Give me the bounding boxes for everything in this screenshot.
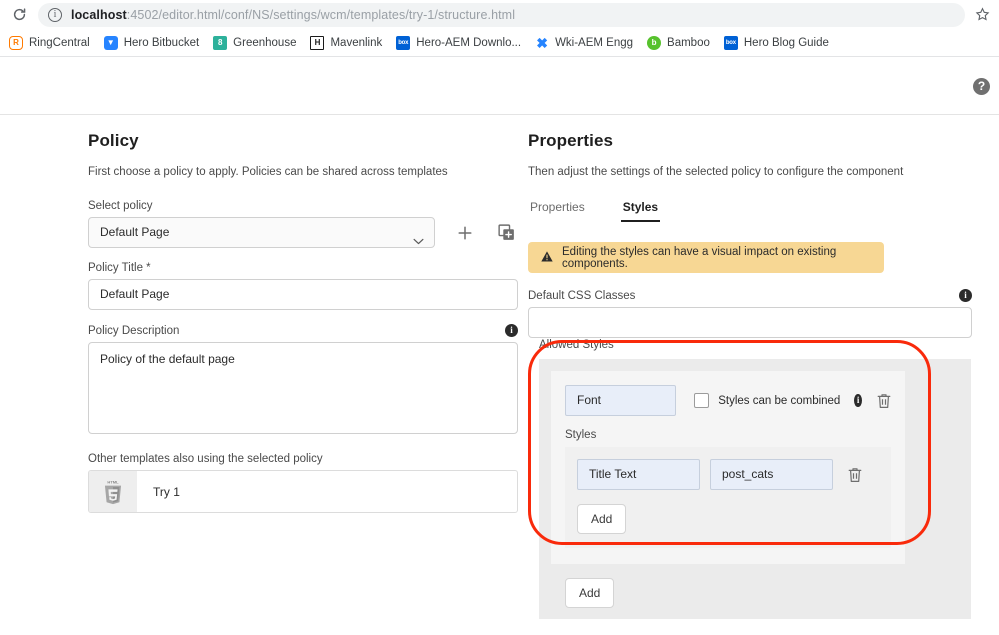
properties-heading: Properties (528, 131, 978, 151)
bookmark-mavenlink[interactable]: H Mavenlink (310, 32, 389, 54)
url-text: localhost:4502/editor.html/conf/NS/setti… (71, 8, 515, 22)
bookmark-greenhouse[interactable]: 8 Greenhouse (213, 32, 303, 54)
default-css-label-row: Default CSS Classes i (528, 289, 972, 302)
help-icon[interactable]: ? (973, 78, 990, 95)
site-info-icon[interactable]: i (48, 8, 62, 22)
add-style-button[interactable]: Add (577, 504, 626, 534)
svg-text:HTML: HTML (107, 479, 119, 484)
bookmark-star-icon[interactable] (969, 2, 995, 28)
policy-title-label: Policy Title * (88, 262, 518, 274)
properties-panel: Properties Then adjust the settings of t… (528, 131, 978, 338)
box-favicon: box (396, 36, 410, 50)
warning-triangle-icon (541, 251, 553, 265)
policy-description-textarea[interactable]: Policy of the default page (88, 342, 518, 434)
url-host: localhost (71, 8, 127, 22)
address-bar[interactable]: i localhost:4502/editor.html/conf/NS/set… (38, 3, 965, 27)
styles-subpanel: Title Text post_cats Add (565, 447, 891, 548)
tab-styles[interactable]: Styles (621, 200, 660, 222)
delete-style-group-trash-icon[interactable] (877, 393, 891, 409)
browser-chrome: i localhost:4502/editor.html/conf/NS/set… (0, 0, 999, 57)
bookmark-bamboo[interactable]: b Bamboo (647, 32, 717, 54)
policy-title-input[interactable]: Default Page (88, 279, 518, 310)
template-list-item[interactable]: HTML Try 1 (88, 470, 518, 513)
style-name-input[interactable]: Title Text (577, 459, 700, 490)
duplicate-policy-button[interactable] (494, 221, 518, 245)
policy-panel: Policy First choose a policy to apply. P… (88, 131, 518, 513)
box-favicon: box (724, 36, 738, 50)
styles-warning-banner: Editing the styles can have a visual imp… (528, 242, 884, 273)
greenhouse-favicon: 8 (213, 36, 227, 50)
style-group-card: Font Styles can be combined i Styles Tit (551, 371, 905, 564)
bookmark-hero-aem-download[interactable]: box Hero-AEM Downlo... (396, 32, 528, 54)
other-templates-label: Other templates also using the selected … (88, 453, 518, 465)
style-row: Title Text post_cats (577, 459, 879, 490)
policy-description-info-icon[interactable]: i (505, 324, 518, 337)
reload-icon[interactable] (4, 1, 34, 29)
bookmark-label: Mavenlink (330, 37, 382, 49)
allowed-styles-panel: Font Styles can be combined i Styles Tit (539, 359, 971, 619)
bookmarks-bar: R RingCentral ▼ Hero Bitbucket 8 Greenho… (0, 29, 999, 57)
html5-icon: HTML (89, 471, 137, 512)
select-policy-row: Default Page (88, 217, 518, 248)
style-group-name-input[interactable]: Font (565, 385, 676, 416)
properties-tabs: Properties Styles (528, 200, 978, 222)
policy-description-label: Policy Description (88, 325, 179, 337)
default-css-label: Default CSS Classes (528, 290, 635, 302)
bookmark-label: Greenhouse (233, 37, 296, 49)
style-css-class-input[interactable]: post_cats (710, 459, 833, 490)
styles-sublabel: Styles (565, 429, 891, 441)
confluence-favicon: ✖ (535, 36, 549, 50)
omnibox-row: i localhost:4502/editor.html/conf/NS/set… (0, 0, 999, 29)
bookmark-hero-bitbucket[interactable]: ▼ Hero Bitbucket (104, 32, 206, 54)
default-css-input[interactable] (528, 307, 972, 338)
select-policy-value: Default Page (100, 225, 169, 239)
bitbucket-favicon: ▼ (104, 36, 118, 50)
bookmark-ringcentral[interactable]: R RingCentral (9, 32, 97, 54)
bookmark-hero-blog-guide[interactable]: box Hero Blog Guide (724, 32, 836, 54)
bamboo-favicon: b (647, 36, 661, 50)
select-policy-dropdown[interactable]: Default Page (88, 217, 435, 248)
bookmark-label: Bamboo (667, 37, 710, 49)
allowed-styles-label: Allowed Styles (539, 339, 614, 351)
styles-can-be-combined-label: Styles can be combined (718, 395, 840, 407)
ringcentral-favicon: R (9, 36, 23, 50)
select-policy-label: Select policy (88, 200, 518, 212)
bookmark-label: Hero-AEM Downlo... (416, 37, 521, 49)
delete-style-trash-icon[interactable] (848, 467, 862, 483)
app-header: ? (0, 57, 999, 115)
url-path: :4502/editor.html/conf/NS/settings/wcm/t… (127, 8, 515, 22)
bookmark-label: Hero Blog Guide (744, 37, 829, 49)
tab-properties[interactable]: Properties (528, 200, 587, 222)
policy-description-text: First choose a policy to apply. Policies… (88, 166, 518, 178)
bookmark-label: RingCentral (29, 37, 90, 49)
bookmark-label: Wki-AEM Engg (555, 37, 633, 49)
add-policy-button[interactable] (453, 221, 477, 245)
mavenlink-favicon: H (310, 36, 324, 50)
template-name: Try 1 (153, 485, 180, 499)
styles-can-be-combined-checkbox[interactable] (694, 393, 709, 408)
styles-warning-text: Editing the styles can have a visual imp… (562, 246, 871, 270)
properties-description-text: Then adjust the settings of the selected… (528, 166, 978, 178)
policy-description-label-row: Policy Description i (88, 324, 518, 337)
styles-combined-info-icon[interactable]: i (854, 394, 862, 407)
add-style-group-button[interactable]: Add (565, 578, 614, 608)
default-css-info-icon[interactable]: i (959, 289, 972, 302)
policy-heading: Policy (88, 131, 518, 151)
bookmark-label: Hero Bitbucket (124, 37, 199, 49)
bookmark-wki-aem-engg[interactable]: ✖ Wki-AEM Engg (535, 32, 640, 54)
main-content: Policy First choose a policy to apply. P… (0, 115, 999, 635)
chevron-down-icon (413, 227, 424, 256)
style-group-header-row: Font Styles can be combined i (565, 385, 891, 416)
